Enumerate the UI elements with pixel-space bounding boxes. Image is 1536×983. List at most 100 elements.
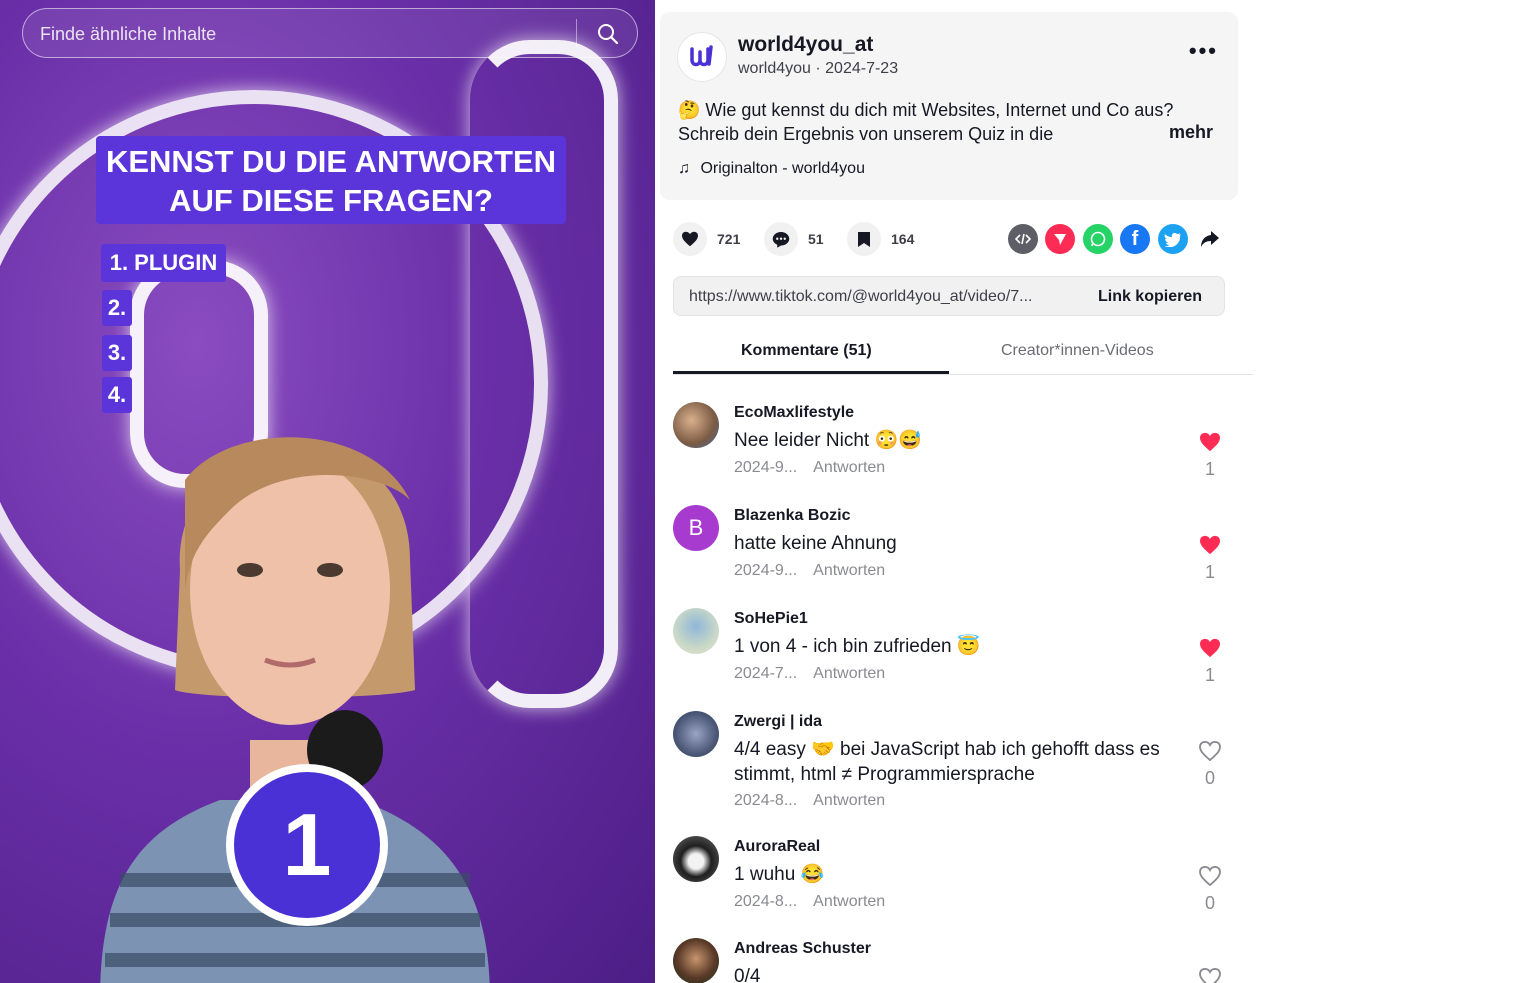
- comment-icon[interactable]: [764, 222, 798, 256]
- comment-item: AuroraReal 1 wuhu 😂 2024-8... Antworten 0: [673, 836, 1233, 926]
- commenter-name[interactable]: AuroraReal: [734, 838, 820, 856]
- save-count: 164: [891, 231, 915, 247]
- commenter-avatar[interactable]: [673, 938, 719, 983]
- send-icon[interactable]: [1045, 224, 1075, 254]
- comment-like[interactable]: 0: [1197, 740, 1223, 789]
- save-button[interactable]: 164: [847, 222, 914, 256]
- tab-bar: Kommentare (51) Creator*innen-Videos: [673, 334, 1253, 375]
- commenter-avatar[interactable]: [673, 608, 719, 654]
- reply-button[interactable]: Antworten: [813, 562, 885, 579]
- music-link[interactable]: ♫ Originalton - world4you: [678, 160, 865, 178]
- reply-button[interactable]: Antworten: [813, 893, 885, 910]
- commenter-name[interactable]: EcoMaxlifestyle: [734, 404, 854, 422]
- like-button[interactable]: 721: [673, 222, 740, 256]
- quiz-item-1: 1. PLUGIN: [101, 244, 226, 282]
- comment-meta: 2024-9... Antworten: [734, 562, 885, 580]
- commenter-name[interactable]: Andreas Schuster: [734, 940, 871, 958]
- question-number-badge: 1: [226, 764, 388, 926]
- comment-like-count: 1: [1204, 459, 1215, 479]
- badge-number: 1: [234, 772, 380, 918]
- video-player[interactable]: Finde ähnliche Inhalte KENNST DU DIE ANT…: [0, 0, 655, 983]
- commenter-avatar[interactable]: B: [673, 505, 719, 551]
- comment-text: 0/4: [734, 966, 761, 983]
- heart-outline-icon[interactable]: [1199, 740, 1221, 762]
- reply-button[interactable]: Antworten: [813, 792, 885, 809]
- comment-like[interactable]: 1: [1197, 638, 1223, 686]
- commenter-name[interactable]: SoHePie1: [734, 610, 808, 628]
- commenter-name[interactable]: Blazenka Bozic: [734, 507, 850, 525]
- link-copy-bar: https://www.tiktok.com/@world4you_at/vid…: [673, 276, 1225, 316]
- like-count: 721: [717, 231, 741, 247]
- commenter-avatar[interactable]: [673, 711, 719, 757]
- commenter-name[interactable]: Zwergi | ida: [734, 713, 822, 731]
- comment-like[interactable]: [1197, 967, 1223, 983]
- heart-filled-icon[interactable]: [1199, 535, 1221, 555]
- comment-button[interactable]: 51: [764, 222, 824, 256]
- more-options-icon[interactable]: •••: [1189, 38, 1218, 64]
- facebook-icon[interactable]: f: [1120, 224, 1150, 254]
- comment-like-count: 1: [1204, 665, 1215, 685]
- post-info-card: world4you_at world4you · 2024-7-23 ••• 🤔…: [660, 12, 1238, 200]
- comment-like[interactable]: 1: [1197, 535, 1223, 583]
- video-headline: KENNST DU DIE ANTWORTEN AUF DIESE FRAGEN…: [96, 136, 566, 224]
- author-username[interactable]: world4you_at: [738, 33, 873, 57]
- heart-outline-icon[interactable]: [1199, 967, 1221, 983]
- avatar-initial: B: [688, 515, 704, 540]
- description-line-1: 🤔 Wie gut kennst du dich mit Websites, I…: [678, 100, 1174, 120]
- author-avatar[interactable]: [677, 32, 727, 82]
- embed-icon[interactable]: [1008, 224, 1038, 254]
- comment-text: 4/4 easy 🤝 bei JavaScript hab ich gehoff…: [734, 739, 1160, 785]
- music-note-icon: ♫: [678, 160, 690, 177]
- reply-button[interactable]: Antworten: [813, 459, 885, 476]
- heart-outline-icon[interactable]: [1199, 865, 1221, 887]
- comment-item: B Blazenka Bozic hatte keine Ahnung 2024…: [673, 505, 1233, 595]
- comment-like-count: 0: [1204, 768, 1215, 788]
- heart-filled-icon[interactable]: [1199, 432, 1221, 452]
- headline-line-2: AUF DIESE FRAGEN?: [169, 183, 493, 218]
- heart-icon[interactable]: [673, 222, 707, 256]
- music-title: Originalton - world4you: [700, 160, 865, 177]
- comment-meta: 2024-8... Antworten: [734, 893, 885, 911]
- search-input[interactable]: Finde ähnliche Inhalte: [40, 24, 216, 45]
- reply-button[interactable]: Antworten: [813, 665, 885, 682]
- action-bar: 721 51 164 f: [673, 222, 1233, 256]
- comment-like[interactable]: 0: [1197, 865, 1223, 914]
- video-url: https://www.tiktok.com/@world4you_at/vid…: [689, 288, 1033, 305]
- comment-text: hatte keine Ahnung: [734, 533, 897, 554]
- comment-like[interactable]: 1: [1197, 432, 1223, 480]
- heart-filled-icon[interactable]: [1199, 638, 1221, 658]
- copy-link-button[interactable]: Link kopieren: [1098, 288, 1202, 306]
- author-subline: world4you · 2024-7-23: [738, 60, 899, 77]
- share-arrow-icon[interactable]: [1195, 224, 1225, 254]
- search-icon[interactable]: [597, 23, 619, 50]
- commenter-avatar[interactable]: [673, 402, 719, 448]
- search-divider: [576, 19, 577, 49]
- comment-item: EcoMaxlifestyle Nee leider Nicht 😳😅 2024…: [673, 402, 1233, 492]
- comment-item: Zwergi | ida 4/4 easy 🤝 bei JavaScript h…: [673, 711, 1233, 826]
- comment-text: 1 wuhu 😂: [734, 864, 825, 885]
- search-bar[interactable]: Finde ähnliche Inhalte: [22, 8, 638, 58]
- quiz-item-3: 3.: [102, 335, 132, 371]
- whatsapp-icon[interactable]: [1083, 224, 1113, 254]
- comment-meta: 2024-7... Antworten: [734, 665, 885, 683]
- twitter-icon[interactable]: [1158, 224, 1188, 254]
- comment-date: 2024-9...: [734, 562, 798, 579]
- tab-creator-videos[interactable]: Creator*innen-Videos: [1001, 342, 1154, 360]
- comment-item: SoHePie1 1 von 4 - ich bin zufrieden 😇 2…: [673, 608, 1233, 698]
- comment-like-count: 1: [1204, 562, 1215, 582]
- bookmark-icon[interactable]: [847, 222, 881, 256]
- comment-like-count: 0: [1204, 893, 1215, 913]
- comment-count: 51: [808, 231, 824, 247]
- quiz-item-4: 4.: [102, 377, 132, 413]
- headline-line-1: KENNST DU DIE ANTWORTEN: [105, 144, 557, 179]
- comment-date: 2024-7...: [734, 665, 798, 682]
- description-line-2: Schreib dein Ergebnis von unserem Quiz i…: [678, 124, 1054, 144]
- commenter-avatar[interactable]: [673, 836, 719, 882]
- active-tab-indicator: [673, 371, 949, 374]
- comment-date: 2024-9...: [734, 459, 798, 476]
- more-button[interactable]: mehr: [1169, 122, 1213, 143]
- comment-date: 2024-8...: [734, 893, 798, 910]
- tab-comments[interactable]: Kommentare (51): [741, 342, 872, 360]
- comment-meta: 2024-8... Antworten: [734, 792, 885, 810]
- comment-item: Andreas Schuster 0/4: [673, 938, 1233, 983]
